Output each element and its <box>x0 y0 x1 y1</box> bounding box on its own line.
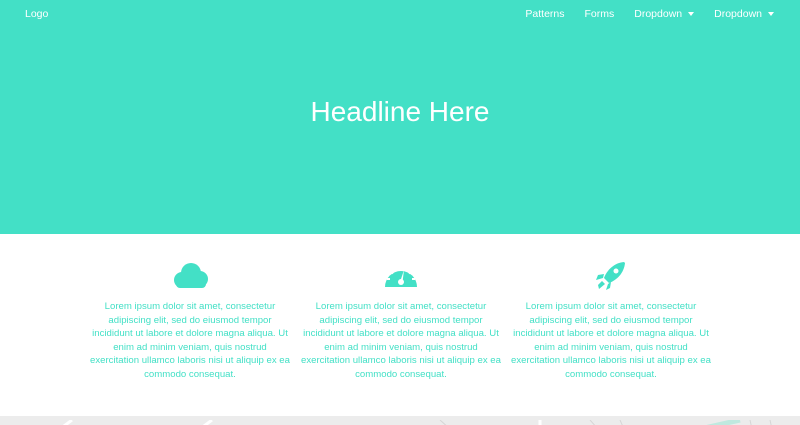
map-preview[interactable] <box>0 416 800 425</box>
feature-text: Lorem ipsum dolor sit amet, consectetur … <box>90 301 290 380</box>
nav-dropdown-1[interactable]: Dropdown <box>634 8 695 20</box>
nav-item-forms[interactable]: Forms <box>585 8 615 20</box>
feature-rocket: Lorem ipsum dolor sit amet, consectetur … <box>511 256 711 382</box>
nav-menu: Patterns Forms Dropdown Dropdown <box>525 8 774 20</box>
top-navigation: Logo Patterns Forms Dropdown Dropdown <box>0 0 800 30</box>
nav-item-label: Forms <box>584 8 615 20</box>
nav-item-label: Patterns <box>525 8 565 20</box>
rocket-icon <box>596 262 625 290</box>
caret-down-icon <box>768 12 774 16</box>
logo-link[interactable]: Logo <box>25 8 48 20</box>
caret-down-icon <box>688 12 695 16</box>
feature-cloud: Lorem ipsum dolor sit amet, consectetur … <box>90 256 290 382</box>
nav-dropdown-2[interactable]: Dropdown <box>714 8 774 20</box>
speedometer-icon <box>385 265 417 287</box>
feature-text: Lorem ipsum dolor sit amet, consectetur … <box>301 301 501 380</box>
hero-headline: Headline Here <box>310 96 490 127</box>
feature-speedometer: Lorem ipsum dolor sit amet, consectetur … <box>301 256 501 382</box>
cloud-icon <box>174 263 208 288</box>
nav-item-label: Dropdown <box>714 8 762 20</box>
feature-text: Lorem ipsum dolor sit amet, consectetur … <box>511 301 711 380</box>
hero-banner: Logo Patterns Forms Dropdown Dropdown He… <box>0 0 800 234</box>
nav-item-patterns[interactable]: Patterns <box>525 8 564 20</box>
features-section: Lorem ipsum dolor sit amet, consectetur … <box>0 234 800 416</box>
nav-item-label: Dropdown <box>634 8 683 20</box>
map-graphic <box>0 417 800 425</box>
